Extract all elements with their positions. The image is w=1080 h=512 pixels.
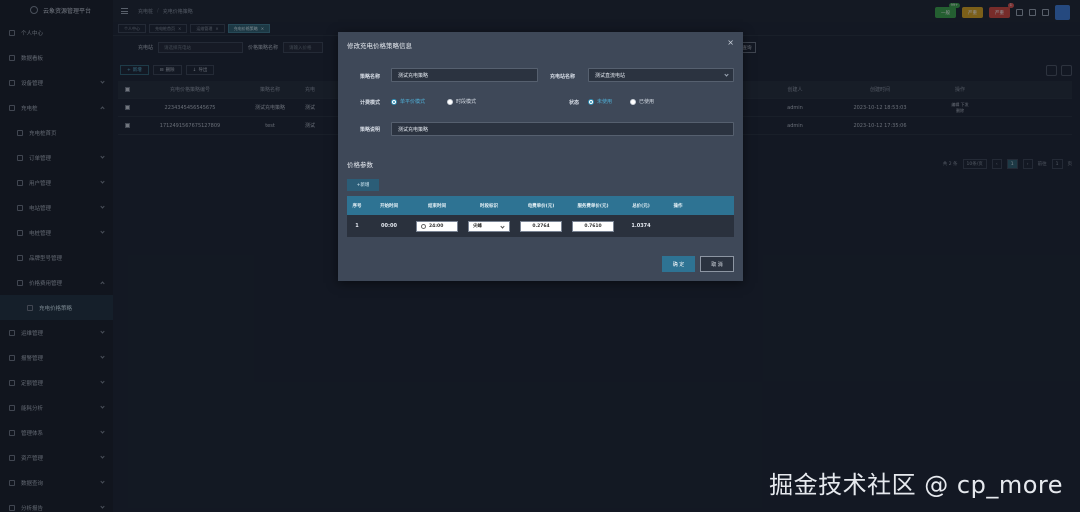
price-table: 序号 开始时间 结束时间 时段标识 电费单价(元) 服务费单价(元) 总价(元)… (347, 196, 734, 237)
price-section-title: 价格参数 (347, 161, 373, 169)
status-label: 状态 (569, 100, 580, 106)
col-total: 总价(元) (632, 203, 650, 209)
end-time-input[interactable]: 24:00 (416, 220, 458, 232)
col-start: 开始时间 (380, 203, 398, 209)
col-op: 操作 (673, 203, 683, 209)
strategy-name-input[interactable]: 测试充电策略 (391, 68, 538, 82)
add-price-row-button[interactable]: + 新增 (347, 179, 379, 191)
cell-service: 0.7610 (567, 220, 619, 232)
radio-unchecked-icon (630, 98, 636, 105)
close-icon[interactable]: × (727, 38, 734, 47)
price-table-row: 1 00:00 24:00 尖峰 0.2764 0.7610 1.0374 (347, 215, 734, 237)
station-name-value: 测试直流电站 (595, 72, 626, 79)
col-seq: 序号 (352, 203, 362, 209)
col-tag: 时段标识 (480, 203, 498, 209)
radio-label: 单平价模式 (400, 99, 426, 105)
cell-seq: 1 (355, 223, 359, 229)
station-name-select[interactable]: 测试直流电站 (588, 68, 734, 82)
end-time-value: 24:00 (429, 223, 444, 229)
description-input[interactable]: 测试充电策略 (391, 122, 734, 136)
dialog-title: 修改充电价格策略信息 (347, 42, 412, 50)
cell-total: 1.0374 (631, 223, 651, 229)
cell-start: 00:00 (381, 223, 397, 229)
col-service: 服务费单价(元) (577, 203, 609, 209)
radio-label: 时段模式 (456, 99, 477, 105)
confirm-button[interactable]: 确 定 (662, 256, 695, 272)
station-name-label: 充电站名称 (550, 74, 576, 80)
chevron-down-icon (500, 223, 505, 229)
status-radio-used[interactable]: 已使用 (630, 98, 654, 105)
radio-checked-icon (588, 98, 594, 105)
service-price-input[interactable]: 0.7610 (572, 220, 614, 232)
strategy-name-label: 策略名称 (360, 74, 381, 80)
radio-checked-icon (391, 98, 397, 105)
cell-end: 24:00 (411, 220, 463, 232)
clock-icon (421, 223, 426, 229)
cancel-button[interactable]: 取 消 (700, 256, 734, 272)
tag-value: 尖峰 (473, 224, 482, 229)
cell-elec: 0.2764 (515, 220, 567, 232)
watermark: 掘金技术社区 @ cp_more (769, 471, 1063, 499)
mode-radio-timeslot[interactable]: 时段模式 (447, 98, 476, 105)
chevron-down-icon (724, 72, 729, 77)
edit-strategy-dialog: 修改充电价格策略信息 × 策略名称 测试充电策略 充电站名称 测试直流电站 计费… (338, 32, 743, 281)
add-label: 新增 (360, 183, 370, 188)
mode-radio-flat[interactable]: 单平价模式 (391, 98, 425, 105)
description-label: 策略说明 (360, 127, 381, 133)
elec-price-input[interactable]: 0.2764 (520, 220, 562, 232)
billing-mode-label: 计费模式 (360, 100, 381, 106)
status-radio-unused[interactable]: 未使用 (588, 98, 612, 105)
radio-unchecked-icon (447, 98, 453, 105)
cell-tag: 尖峰 (463, 220, 515, 232)
price-table-header: 序号 开始时间 结束时间 时段标识 电费单价(元) 服务费单价(元) 总价(元)… (347, 196, 734, 215)
col-elec: 电费单价(元) (527, 203, 555, 209)
radio-label: 已使用 (639, 99, 655, 105)
col-end: 结束时间 (428, 203, 446, 209)
radio-label: 未使用 (597, 99, 613, 105)
tag-select[interactable]: 尖峰 (468, 220, 510, 232)
